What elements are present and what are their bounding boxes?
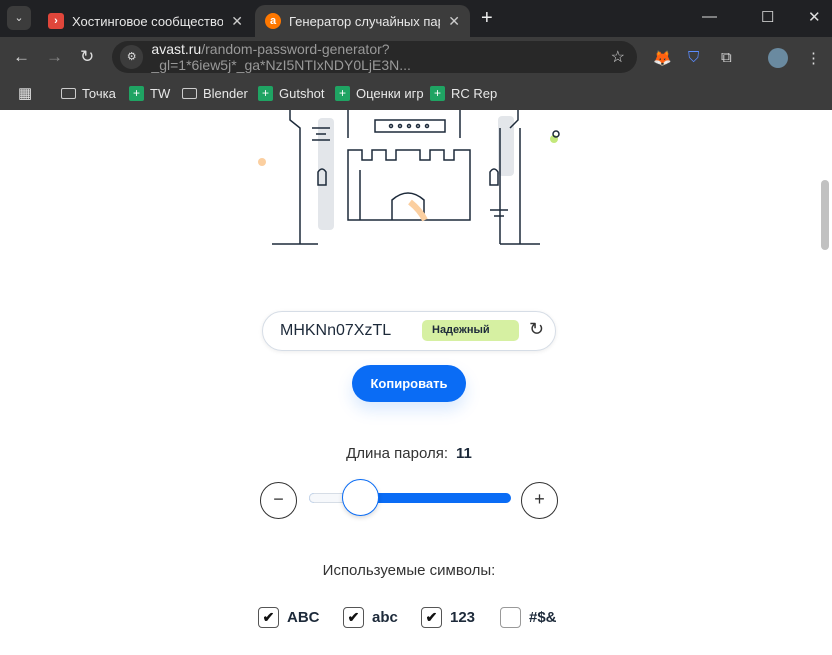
new-tab-button[interactable]: + <box>481 7 493 30</box>
decrease-length-button[interactable]: − <box>260 482 297 519</box>
profile-avatar[interactable] <box>768 48 788 68</box>
sheets-icon: + <box>129 85 144 101</box>
url-text: avast.ru/random-password-generator?_gl=1… <box>151 41 411 73</box>
apps-icon[interactable]: ▦ <box>18 83 32 103</box>
tab-bar: ⌄ › Хостинговое сообщество «Tim ✕ a Гене… <box>0 0 832 37</box>
check-icon: ✔ <box>258 607 279 628</box>
maximize-button[interactable]: ☐ <box>761 8 774 26</box>
numbers-checkbox[interactable]: ✔ 123 <box>421 607 475 628</box>
bookmark-star-icon[interactable]: ☆ <box>611 47 625 67</box>
avast-icon: a <box>265 13 281 29</box>
bookmark-item[interactable]: + Gutshot <box>258 83 325 103</box>
reload-button[interactable]: ↻ <box>80 47 94 67</box>
bookmark-item[interactable]: Blender <box>182 83 248 103</box>
bookmark-item[interactable]: + RC Rep <box>430 83 497 103</box>
bookmark-item[interactable]: + Оценки игр <box>335 83 424 103</box>
symbols-label: Используемые символы: <box>322 562 496 579</box>
sheets-icon: + <box>258 85 273 101</box>
castle-illustration <box>258 110 560 245</box>
folder-icon <box>61 87 76 99</box>
strength-badge: Надежный <box>422 320 519 341</box>
uppercase-checkbox[interactable]: ✔ ABC <box>258 607 320 628</box>
scrollbar[interactable] <box>818 110 832 655</box>
timeweb-icon: › <box>48 13 64 29</box>
tab-avast[interactable]: a Генератор случайных паролей ✕ <box>255 5 470 37</box>
check-icon: ✔ <box>421 607 442 628</box>
folder-icon <box>182 87 197 99</box>
bookmark-item[interactable]: + TW <box>129 83 170 103</box>
metamask-icon[interactable]: 🦊 <box>653 49 672 67</box>
tab-search-button[interactable]: ⌄ <box>7 6 31 30</box>
length-label: Длина пароля: 11 <box>346 445 472 462</box>
minimize-button[interactable]: — <box>702 8 717 25</box>
increase-length-button[interactable]: + <box>521 482 558 519</box>
tab-title: Хостинговое сообщество «Tim <box>72 13 224 29</box>
tab-timeweb[interactable]: › Хостинговое сообщество «Tim ✕ <box>38 5 253 37</box>
copy-button[interactable]: Копировать <box>352 365 466 402</box>
close-window-button[interactable]: ✕ <box>808 8 821 26</box>
check-icon: ✔ <box>343 607 364 628</box>
tab-title: Генератор случайных паролей <box>289 13 440 29</box>
bookmark-item[interactable]: Точка <box>61 83 116 103</box>
address-bar[interactable]: ⚙ avast.ru/random-password-generator?_gl… <box>112 41 637 73</box>
forward-button[interactable]: → <box>46 47 63 67</box>
site-info-icon[interactable]: ⚙ <box>120 45 144 69</box>
close-tab-icon[interactable]: ✕ <box>448 13 460 30</box>
regenerate-icon[interactable]: ↻ <box>529 319 544 340</box>
slider-thumb[interactable] <box>342 479 379 516</box>
page-content: MHKNn07XzTL Надежный ↻ Копировать Длина … <box>0 110 818 655</box>
toolbar: ← → ↻ ⚙ avast.ru/random-password-generat… <box>0 37 832 110</box>
length-slider[interactable] <box>309 493 511 503</box>
extensions-icon[interactable]: ⧉ <box>721 49 732 66</box>
symbols-checkbox[interactable]: #$& <box>500 607 557 628</box>
length-value: 11 <box>456 445 472 462</box>
lowercase-checkbox[interactable]: ✔ abc <box>343 607 398 628</box>
sheets-icon: + <box>335 85 350 101</box>
back-button[interactable]: ← <box>13 47 30 67</box>
menu-icon[interactable]: ⋮ <box>806 49 821 67</box>
password-value[interactable]: MHKNn07XzTL <box>280 322 391 340</box>
password-field[interactable]: MHKNn07XzTL Надежный ↻ <box>262 311 556 351</box>
bitwarden-icon[interactable]: ⛉ <box>688 49 699 66</box>
sheets-icon: + <box>430 85 445 101</box>
close-tab-icon[interactable]: ✕ <box>231 13 243 30</box>
